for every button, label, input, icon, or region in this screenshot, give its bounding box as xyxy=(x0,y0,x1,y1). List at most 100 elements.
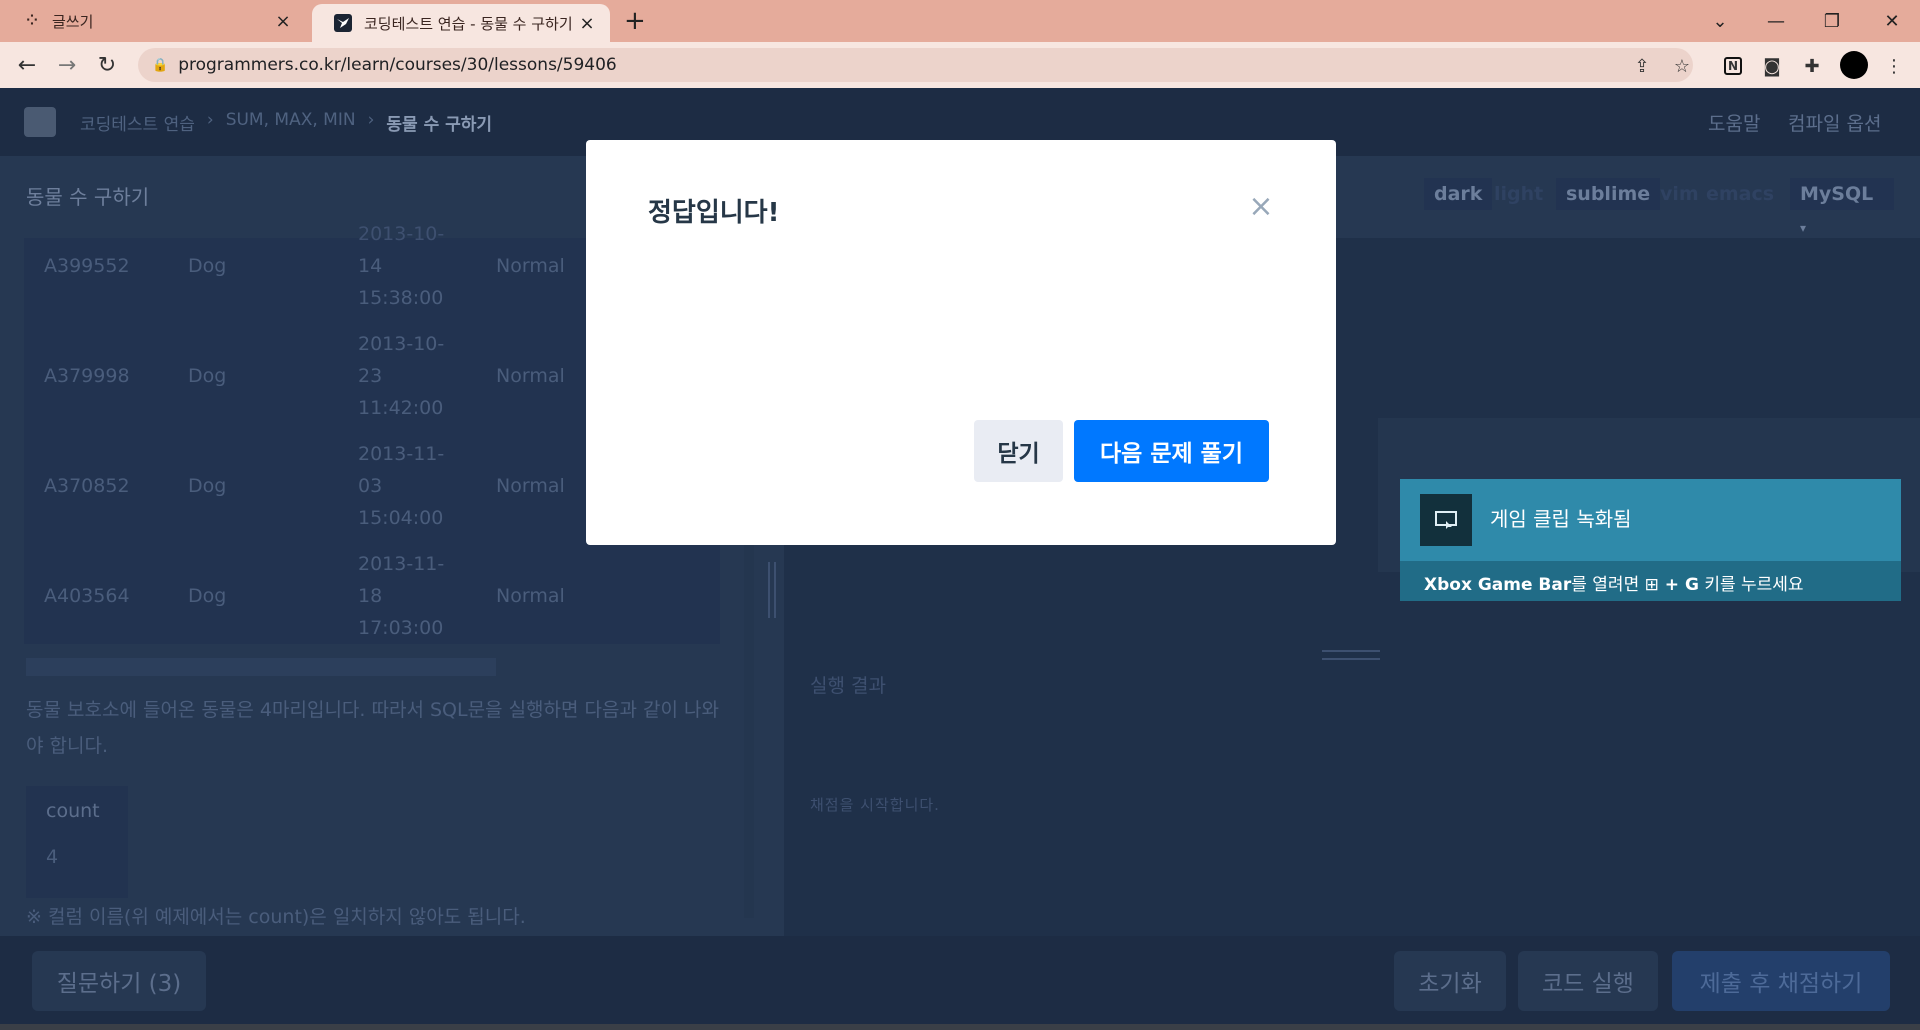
cell-date: 2013-11- xyxy=(358,553,445,575)
footer-bar: 질문하기 (3) 초기화 코드 실행 제출 후 채점하기 xyxy=(0,936,1920,1024)
cell-condition: Normal xyxy=(496,365,565,387)
cell-id: A399552 xyxy=(44,255,130,277)
result-example-value: 4 xyxy=(46,846,59,868)
breadcrumb-item[interactable]: SUM, MAX, MIN xyxy=(226,110,356,135)
cell-date: 15:38:00 xyxy=(358,287,444,309)
cell-date: 2013-11- xyxy=(358,443,445,465)
xbox-toast[interactable]: 게임 클립 녹화됨 Xbox Game Bar를 열려면 ⊞ + G 키를 누르… xyxy=(1400,479,1901,601)
clip-recorded-icon xyxy=(1420,494,1472,546)
tab-title: 코딩테스트 연습 - 동물 수 구하기 xyxy=(364,14,573,33)
screen-bottom-edge xyxy=(0,1024,1920,1030)
cell-date: 23 xyxy=(358,365,383,387)
modal-title: 정답입니다! xyxy=(648,198,780,228)
tab-title: 글쓰기 xyxy=(52,12,94,31)
result-title: 실행 결과 xyxy=(810,675,886,697)
reload-icon[interactable]: ↻ xyxy=(92,50,122,80)
toast-header: 게임 클립 녹화됨 xyxy=(1400,479,1901,561)
toast-key: + G xyxy=(1658,575,1699,595)
note-text: ※ 컬럼 이름(위 예제에서는 count)은 일치하지 않아도 됩니다. xyxy=(26,906,526,928)
minimize-icon[interactable]: — xyxy=(1748,0,1804,42)
cell-date: 17:03:00 xyxy=(358,617,444,639)
close-tab-icon[interactable]: × xyxy=(578,13,596,34)
result-example-table: count 4 xyxy=(26,786,128,898)
toast-app-name: Xbox Game Bar xyxy=(1424,575,1572,595)
camera-icon[interactable]: ◙ xyxy=(1760,54,1784,78)
cell-condition: Normal xyxy=(496,255,565,277)
tab-strip: ⁘ 글쓰기 × 코딩테스트 연습 - 동물 수 구하기 × + ⌄ — ❐ ✕ xyxy=(0,0,1920,42)
theme-emacs[interactable]: emacs xyxy=(1696,178,1784,210)
close-icon[interactable]: × xyxy=(1246,192,1276,222)
caret-down-icon: ▾ xyxy=(1800,221,1807,235)
new-tab-icon[interactable]: + xyxy=(624,6,646,36)
cell-date: 15:04:00 xyxy=(358,507,444,529)
question-button[interactable]: 질문하기 (3) xyxy=(32,951,206,1011)
toast-message: Xbox Game Bar를 열려면 ⊞ + G 키를 누르세요 xyxy=(1424,570,1804,595)
cell-date: 03 xyxy=(358,475,383,497)
address-bar[interactable]: 🔒 programmers.co.kr/learn/courses/30/les… xyxy=(138,48,1693,82)
breadcrumb: 코딩테스트 연습 › SUM, MAX, MIN › 동물 수 구하기 xyxy=(80,110,492,135)
help-link[interactable]: 도움말 xyxy=(1708,109,1760,136)
tab-search-icon[interactable]: ⌄ xyxy=(1692,0,1748,42)
cell-date: 11:42:00 xyxy=(358,397,444,419)
window-close-icon[interactable]: ✕ xyxy=(1864,0,1920,42)
theme-dark[interactable]: dark xyxy=(1424,178,1493,210)
toast-footer: Xbox Game Bar를 열려면 ⊞ + G 키를 누르세요 xyxy=(1400,561,1901,601)
answer-modal: 정답입니다! × 닫기 다음 문제 풀기 xyxy=(586,140,1336,545)
share-icon[interactable]: ⇪ xyxy=(1630,54,1654,78)
app-icon: ⁘ xyxy=(26,13,38,29)
cell-type: Dog xyxy=(188,365,227,387)
toast-text: 키를 누르세요 xyxy=(1698,575,1804,595)
menu-icon[interactable]: ⋮ xyxy=(1882,54,1906,78)
result-resize-handle[interactable] xyxy=(1322,650,1380,660)
cell-type: Dog xyxy=(188,475,227,497)
browser-toolbar: ← → ↻ 🔒 programmers.co.kr/learn/courses/… xyxy=(0,42,1920,88)
restore-icon[interactable]: ❐ xyxy=(1804,0,1860,42)
windows-key-icon: ⊞ xyxy=(1644,575,1659,595)
forward-arrow-icon[interactable]: → xyxy=(52,50,82,80)
compile-options-link[interactable]: 컴파일 옵션 xyxy=(1788,109,1881,136)
toast-title: 게임 클립 녹화됨 xyxy=(1490,507,1632,531)
programmers-logo-icon[interactable] xyxy=(24,107,56,137)
bookmark-star-icon[interactable]: ☆ xyxy=(1670,54,1694,78)
cell-condition: Normal xyxy=(496,585,565,607)
description-paragraph: 동물 보호소에 들어온 동물은 4마리입니다. 따라서 SQL문을 실행하면 다… xyxy=(26,699,719,757)
url-text: programmers.co.kr/learn/courses/30/lesso… xyxy=(178,55,617,75)
close-button[interactable]: 닫기 xyxy=(974,420,1063,482)
next-problem-button[interactable]: 다음 문제 풀기 xyxy=(1074,420,1269,482)
horizontal-scrollbar[interactable] xyxy=(26,658,496,676)
programmers-icon xyxy=(334,14,352,32)
result-message: 채점을 시작합니다. xyxy=(810,796,940,814)
close-tab-icon[interactable]: × xyxy=(274,11,292,32)
cell-condition: Normal xyxy=(496,475,565,497)
cell-id: A379998 xyxy=(44,365,130,387)
language-select[interactable]: MySQL ▾ xyxy=(1790,178,1894,235)
lock-icon: 🔒 xyxy=(152,57,169,73)
theme-sublime[interactable]: sublime xyxy=(1556,178,1661,210)
tab-writing[interactable]: ⁘ 글쓰기 × xyxy=(0,0,306,42)
pane-resize-handle[interactable] xyxy=(768,562,776,618)
cell-id: A370852 xyxy=(44,475,130,497)
extensions-icon[interactable]: ✚ xyxy=(1800,54,1824,78)
language-label: MySQL xyxy=(1800,183,1874,205)
result-example-header: count xyxy=(46,800,100,822)
cell-date: 18 xyxy=(358,585,383,607)
toast-text: 를 열려면 xyxy=(1571,575,1645,595)
cell-date: 2013-10- xyxy=(358,333,445,355)
cell-date: 14 xyxy=(358,255,383,277)
problem-tab[interactable]: 동물 수 구하기 xyxy=(26,181,149,210)
submit-button[interactable]: 제출 후 채점하기 xyxy=(1672,951,1890,1011)
cell-id: A403564 xyxy=(44,585,130,607)
run-code-button[interactable]: 코드 실행 xyxy=(1518,951,1658,1011)
cell-date: 2013-10- xyxy=(358,223,445,245)
notion-icon[interactable]: N xyxy=(1724,57,1742,75)
back-arrow-icon[interactable]: ← xyxy=(12,50,42,80)
cell-type: Dog xyxy=(188,255,227,277)
chevron-right-icon: › xyxy=(206,110,214,130)
profile-avatar[interactable] xyxy=(1840,51,1868,79)
tab-coding-test[interactable]: 코딩테스트 연습 - 동물 수 구하기 × xyxy=(312,4,610,42)
cell-type: Dog xyxy=(188,585,227,607)
chevron-right-icon: › xyxy=(367,110,375,130)
reset-button[interactable]: 초기화 xyxy=(1394,951,1506,1011)
theme-light[interactable]: light xyxy=(1484,178,1553,210)
breadcrumb-item[interactable]: 코딩테스트 연습 xyxy=(80,110,195,135)
